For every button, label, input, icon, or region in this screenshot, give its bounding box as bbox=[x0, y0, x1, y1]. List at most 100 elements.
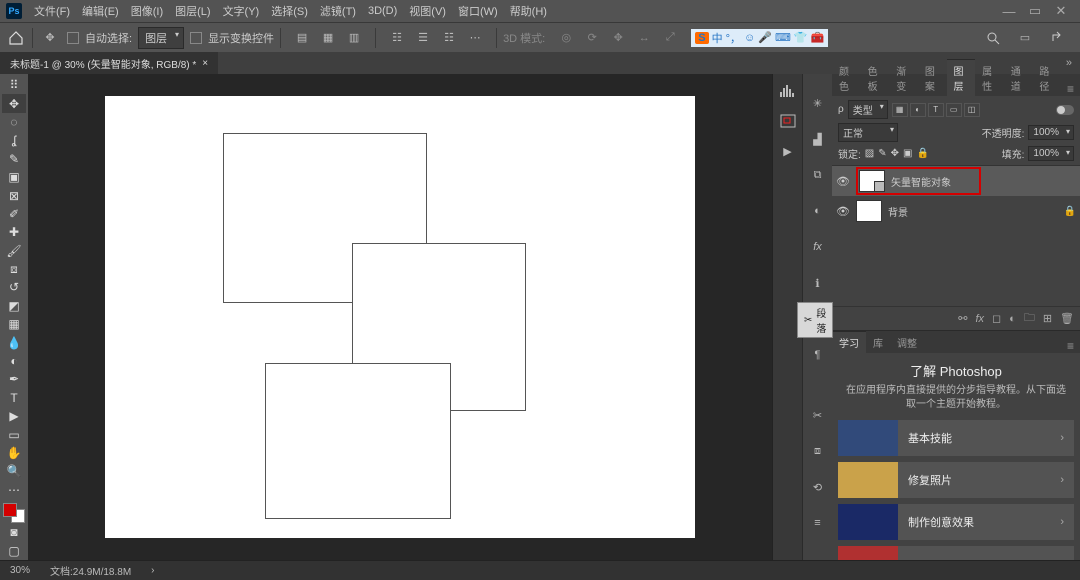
workspace-icon[interactable]: ▭ bbox=[1014, 27, 1036, 49]
toolbox-grip-icon[interactable]: ⠿ bbox=[2, 76, 26, 94]
distribute-top-icon[interactable]: ☷ bbox=[386, 27, 408, 49]
3d-pan-icon[interactable]: ✥ bbox=[607, 27, 629, 49]
adjustment-layer-icon[interactable]: ◐ bbox=[1009, 313, 1016, 325]
panel-menu-icon[interactable]: ≡ bbox=[1061, 82, 1080, 96]
marquee-tool[interactable]: ◌ bbox=[2, 113, 26, 131]
document-info[interactable]: 文档:24.9M/18.8M bbox=[50, 563, 131, 578]
clone-stamp-tool[interactable]: ⧈ bbox=[2, 260, 26, 278]
eraser-tool[interactable]: ◩ bbox=[2, 297, 26, 315]
fill-value-dropdown[interactable]: 100% bbox=[1028, 146, 1074, 161]
actions-panel-icon[interactable]: ▶ bbox=[776, 140, 800, 162]
3d-roll-icon[interactable]: ⟳ bbox=[581, 27, 603, 49]
learn-item-creative[interactable]: 制作创意效果 › bbox=[838, 504, 1074, 540]
move-tool-icon[interactable]: ✥ bbox=[39, 27, 61, 49]
healing-tool[interactable]: ✚ bbox=[2, 223, 26, 241]
styles-icon[interactable]: fx bbox=[807, 236, 829, 258]
color-swatches[interactable] bbox=[3, 503, 25, 523]
learn-panel-menu-icon[interactable]: ≡ bbox=[1061, 339, 1080, 353]
measure-icon[interactable]: ≡ bbox=[807, 512, 829, 534]
learn-item-more[interactable] bbox=[838, 546, 1074, 560]
tab-adjust[interactable]: 调整 bbox=[890, 332, 924, 353]
opacity-value-dropdown[interactable]: 100% bbox=[1028, 125, 1074, 140]
type-tool[interactable]: T bbox=[2, 389, 26, 407]
tab-layers[interactable]: 图层 bbox=[947, 59, 976, 96]
filter-smart-icon[interactable]: ◫ bbox=[964, 103, 980, 117]
eyedropper-tool[interactable]: ✐ bbox=[2, 205, 26, 223]
lasso-tool[interactable]: ʆ bbox=[2, 131, 26, 149]
path-select-tool[interactable]: ▶ bbox=[2, 407, 26, 425]
3d-orbit-icon[interactable]: ◎ bbox=[555, 27, 577, 49]
layer-visibility-icon[interactable]: 👁 bbox=[836, 205, 850, 218]
status-chevron-icon[interactable]: › bbox=[151, 565, 154, 576]
align-center-h-icon[interactable]: ▦ bbox=[317, 27, 339, 49]
document-tab[interactable]: 未标题-1 @ 30% (矢量智能对象, RGB/8) * × bbox=[0, 52, 218, 74]
auto-select-mode-dropdown[interactable]: 图层 bbox=[138, 27, 184, 49]
tab-properties[interactable]: 属性 bbox=[975, 60, 1004, 96]
tab-library[interactable]: 库 bbox=[866, 332, 890, 353]
pen-tool[interactable]: ✒ bbox=[2, 370, 26, 388]
menu-3d[interactable]: 3D(D) bbox=[362, 5, 403, 17]
3d-slide-icon[interactable]: ↔ bbox=[633, 27, 655, 49]
layer-name[interactable]: 矢量智能对象 bbox=[891, 174, 951, 189]
canvas-rect-3[interactable] bbox=[265, 363, 451, 519]
home-button[interactable] bbox=[6, 28, 26, 48]
menu-window[interactable]: 窗口(W) bbox=[452, 3, 504, 19]
menu-layer[interactable]: 图层(L) bbox=[169, 3, 216, 19]
snap-icon[interactable]: ✂ bbox=[807, 404, 829, 426]
paragraph-icon[interactable]: ¶ bbox=[807, 344, 829, 366]
layer-row-background[interactable]: 👁 背景 🔒 bbox=[832, 196, 1080, 226]
ime-indicator[interactable]: S 中 °， ☺ 🎤 ⌨ 👕 🧰 bbox=[691, 29, 828, 47]
tab-swatches[interactable]: 色板 bbox=[861, 60, 890, 96]
canvas-area[interactable] bbox=[28, 74, 772, 560]
brush-tool[interactable]: 🖌 bbox=[2, 242, 26, 260]
filter-adjust-icon[interactable]: ◐ bbox=[910, 103, 926, 117]
layer-thumbnail[interactable] bbox=[859, 170, 885, 192]
filter-shape-icon[interactable]: ▭ bbox=[946, 103, 962, 117]
screen-mode-icon[interactable]: ▢ bbox=[2, 542, 26, 560]
layer-name[interactable]: 背景 bbox=[888, 204, 908, 219]
info-icon[interactable]: ℹ bbox=[807, 272, 829, 294]
layer-group-icon[interactable]: 🗀 bbox=[1024, 309, 1035, 328]
crop-tool[interactable]: ▣ bbox=[2, 168, 26, 186]
window-close-button[interactable]: ✕ bbox=[1048, 3, 1074, 19]
collapse-panels-icon[interactable]: » bbox=[1058, 57, 1080, 69]
align-left-icon[interactable]: ▤ bbox=[291, 27, 313, 49]
align-right-icon[interactable]: ▥ bbox=[343, 27, 365, 49]
timeline-icon[interactable]: ⟲ bbox=[807, 476, 829, 498]
layer-visibility-icon[interactable]: 👁 bbox=[836, 175, 850, 188]
blend-mode-dropdown[interactable]: 正常 bbox=[838, 123, 898, 142]
dodge-tool[interactable]: ◐ bbox=[2, 352, 26, 370]
navigator-panel-icon[interactable] bbox=[776, 110, 800, 132]
layer-filter-kind-dropdown[interactable]: 类型 bbox=[848, 100, 888, 119]
window-minimize-button[interactable]: ― bbox=[996, 4, 1022, 19]
hand-tool[interactable]: ✋ bbox=[2, 444, 26, 462]
gradient-tool[interactable]: ▦ bbox=[2, 315, 26, 333]
histogram-panel-icon[interactable] bbox=[776, 80, 800, 102]
share-icon[interactable] bbox=[1046, 27, 1068, 49]
layer-row-smart-object[interactable]: 👁 矢量智能对象 bbox=[832, 166, 1080, 196]
tab-color[interactable]: 颜色 bbox=[832, 60, 861, 96]
lock-transparent-icon[interactable]: ▨ bbox=[865, 148, 874, 159]
zoom-tool[interactable]: 🔍 bbox=[2, 462, 26, 480]
tab-gradients[interactable]: 渐变 bbox=[889, 60, 918, 96]
document-canvas[interactable] bbox=[105, 96, 695, 538]
blur-tool[interactable]: 💧 bbox=[2, 333, 26, 351]
new-layer-icon[interactable]: ⊞ bbox=[1043, 312, 1052, 325]
learn-item-retouch[interactable]: 修复照片 › bbox=[838, 462, 1074, 498]
distribute-more-icon[interactable]: ⋯ bbox=[464, 27, 486, 49]
lock-artboard-icon[interactable]: ▣ bbox=[903, 148, 912, 159]
window-maximize-button[interactable]: ▭ bbox=[1022, 3, 1048, 19]
menu-image[interactable]: 图像(I) bbox=[125, 3, 169, 19]
menu-file[interactable]: 文件(F) bbox=[28, 3, 76, 19]
tab-patterns[interactable]: 图案 bbox=[918, 60, 947, 96]
filter-pixel-icon[interactable]: ▦ bbox=[892, 103, 908, 117]
learn-item-basics[interactable]: 基本技能 › bbox=[838, 420, 1074, 456]
lock-paint-icon[interactable]: ✎ bbox=[878, 148, 886, 159]
show-transform-checkbox[interactable] bbox=[190, 32, 202, 44]
brushes-icon[interactable]: ▟ bbox=[807, 128, 829, 150]
menu-filter[interactable]: 滤镜(T) bbox=[314, 3, 362, 19]
tab-learn[interactable]: 学习 bbox=[832, 331, 866, 353]
distribute-vcenter-icon[interactable]: ☰ bbox=[412, 27, 434, 49]
3d-zoom-icon[interactable]: ⤢ bbox=[659, 27, 681, 49]
layer-filter-toggle[interactable] bbox=[1056, 105, 1074, 115]
